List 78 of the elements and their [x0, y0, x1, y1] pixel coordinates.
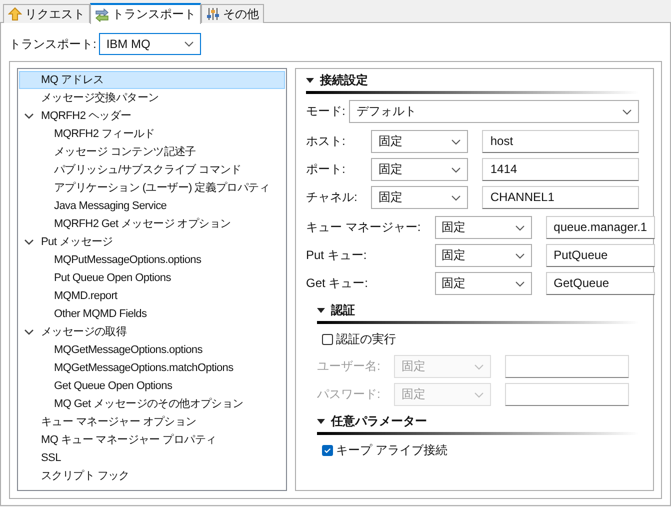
input-field[interactable]: CHANNEL1: [482, 186, 639, 209]
tree-item[interactable]: MQRFH2 Get メッセージ オプション: [19, 215, 285, 233]
sliders-icon: [206, 7, 220, 21]
chevron-down-icon: [451, 138, 462, 144]
tree-item[interactable]: Put メッセージ: [19, 233, 285, 251]
tree-item[interactable]: メッセージの取得: [19, 323, 285, 341]
chevron-down-icon: [474, 392, 484, 398]
section-title: 接続設定: [320, 72, 368, 88]
field-label: Put キュー:: [306, 247, 368, 264]
arrow-icon: [8, 7, 22, 21]
collapse-icon[interactable]: [317, 417, 325, 425]
tab[interactable]: リクエスト: [3, 4, 90, 23]
mode-dropdown[interactable]: 固定: [434, 216, 532, 239]
tree-item[interactable]: Put Queue Open Options: [19, 269, 285, 287]
tab[interactable]: トランスポート: [90, 3, 201, 24]
chevron-down-icon: [451, 166, 462, 172]
input-field[interactable]: [505, 355, 629, 378]
tree-item[interactable]: MQRFH2 ヘッダー: [19, 107, 285, 125]
tree-item[interactable]: スクリプト フック: [19, 467, 285, 485]
chevron-down-icon: [514, 280, 525, 286]
collapse-icon[interactable]: [306, 76, 314, 84]
tree-item[interactable]: MQPutMessageOptions.options: [19, 251, 285, 269]
input-field[interactable]: [505, 383, 629, 406]
chevron-icon[interactable]: [24, 237, 34, 247]
tree-item[interactable]: MQGetMessageOptions.options: [19, 341, 285, 359]
mode-dropdown[interactable]: 固定: [434, 244, 532, 267]
input-field[interactable]: GetQueue: [546, 272, 656, 295]
transport-dropdown[interactable]: IBM MQ: [99, 33, 202, 55]
field-label: チャネル:: [306, 189, 358, 206]
tab[interactable]: その他: [201, 4, 264, 23]
checkbox-label: 認証の実行: [336, 330, 396, 348]
chevron-down-icon: [514, 252, 525, 258]
tree-item[interactable]: SSL: [19, 449, 285, 467]
field-label: ホスト:: [306, 133, 346, 150]
tree-item[interactable]: MQ Get メッセージのその他オプション: [19, 395, 285, 413]
tree-item[interactable]: Java Messaging Service: [19, 197, 285, 215]
field-label: パスワード:: [317, 386, 380, 403]
chevron-down-icon: [474, 364, 484, 370]
section-title: 認証: [331, 302, 355, 318]
arrows-icon: [95, 8, 109, 22]
field-label: ポート:: [306, 161, 346, 178]
input-field[interactable]: PutQueue: [546, 244, 656, 267]
section-title: 任意パラメーター: [331, 412, 427, 430]
chevron-down-icon: [514, 224, 525, 230]
chevron-down-icon: [451, 194, 462, 200]
tree-item[interactable]: MQ キュー マネージャー プロパティ: [19, 431, 285, 449]
tree-item[interactable]: アプリケーション (ユーザー) 定義プロパティ: [19, 179, 285, 197]
tree-item[interactable]: Get Queue Open Options: [19, 377, 285, 395]
mode-dropdown[interactable]: 固定: [371, 186, 468, 209]
tree-item[interactable]: Other MQMD Fields: [19, 305, 285, 323]
checkbox[interactable]: [322, 444, 333, 456]
tree-item[interactable]: MQMD.report: [19, 287, 285, 305]
chevron-down-icon: [622, 108, 632, 114]
input-field[interactable]: queue.manager.1: [546, 216, 656, 239]
tree-item[interactable]: メッセージ コンテンツ記述子: [19, 143, 285, 161]
tree-item[interactable]: キュー マネージャー オプション: [19, 413, 285, 431]
tree-item[interactable]: メッセージ交換パターン: [19, 89, 285, 107]
input-field[interactable]: 1414: [482, 158, 639, 181]
transport-label: トランスポート:: [9, 36, 96, 52]
collapse-icon[interactable]: [317, 306, 325, 314]
tree-item[interactable]: MQRFH2 フィールド: [19, 125, 285, 143]
mode-dropdown[interactable]: 固定: [371, 158, 468, 181]
input-field[interactable]: host: [482, 130, 639, 153]
field-label: モード:: [306, 103, 346, 120]
mode-dropdown[interactable]: 固定: [434, 272, 532, 295]
field-label: Get キュー:: [306, 275, 370, 292]
tree-item[interactable]: MQGetMessageOptions.matchOptions: [19, 359, 285, 377]
chevron-icon[interactable]: [24, 111, 34, 121]
mode-dropdown[interactable]: デフォルト: [349, 100, 639, 123]
chevron-icon[interactable]: [24, 327, 34, 337]
mode-dropdown[interactable]: 固定: [371, 130, 468, 153]
tree-item[interactable]: MQ アドレス: [19, 71, 285, 89]
field-label: ユーザー名:: [317, 358, 380, 375]
tree-item[interactable]: パブリッシュ/サブスクライブ コマンド: [19, 161, 285, 179]
checkbox[interactable]: [322, 334, 333, 344]
chevron-down-icon: [184, 41, 194, 47]
checkbox-label: キープ アライブ接続: [336, 442, 448, 458]
field-label: キュー マネージャー:: [306, 219, 421, 236]
